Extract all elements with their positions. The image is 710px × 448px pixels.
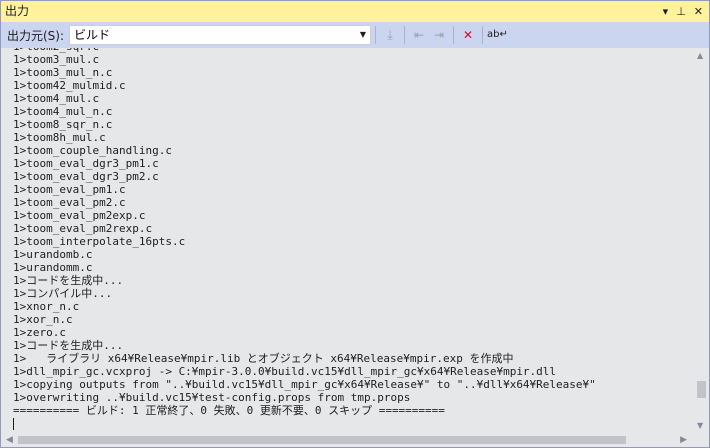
horizontal-scrollbar[interactable]: ◀ ▶ <box>1 433 709 447</box>
output-line: 1>toom4_mul.c <box>13 92 100 105</box>
output-line: 1>toom42_mulmid.c <box>13 79 126 92</box>
output-source-label: 出力元(S): <box>7 28 65 43</box>
find-message-in-code-icon[interactable]: ⤓ <box>380 25 400 45</box>
output-window: 出力 ▾ ⊥ ✕ 出力元(S): ビルド ▼ ⤓ ⇤ ⇥ ✕ ab↵ 1>too… <box>0 0 710 448</box>
clear-all-icon[interactable]: ✕ <box>458 25 478 45</box>
output-line: 1>toom8h_mul.c <box>13 131 106 144</box>
separator <box>453 26 454 44</box>
output-line: 1>zero.c <box>13 326 66 339</box>
output-line: 1>toom_eval_pm2.c <box>13 196 126 209</box>
output-line: 1>toom_eval_dgr3_pm2.c <box>13 170 159 183</box>
output-line: 1>overwriting ..¥build.vc15¥test-config.… <box>13 391 411 404</box>
text-caret <box>13 418 14 430</box>
output-line: 1>xnor_n.c <box>13 300 80 313</box>
vertical-scrollbar[interactable]: ▲ ▼ <box>693 48 709 433</box>
output-line: 1>toom8_sqr_n.c <box>13 118 113 131</box>
next-message-icon[interactable]: ⇥ <box>429 25 449 45</box>
title-bar: 出力 ▾ ⊥ ✕ <box>1 1 709 22</box>
output-line: 1>コンパイル中... <box>13 287 113 300</box>
scroll-up-icon[interactable]: ▲ <box>697 51 703 60</box>
output-line: 1>toom3_mul_n.c <box>13 66 113 79</box>
vertical-scroll-thumb[interactable] <box>697 381 706 398</box>
output-line: 1>urandomm.c <box>13 261 93 274</box>
output-line: 1>toom3_mul.c <box>13 53 100 66</box>
previous-message-icon[interactable]: ⇤ <box>409 25 429 45</box>
output-source-select[interactable]: ビルド ▼ <box>69 25 371 45</box>
output-source-value: ビルド <box>74 28 111 42</box>
close-icon[interactable]: ✕ <box>694 1 703 22</box>
toolbar: 出力元(S): ビルド ▼ ⤓ ⇤ ⇥ ✕ ab↵ <box>1 22 709 48</box>
separator <box>404 26 405 44</box>
output-line: 1>toom_couple_handling.c <box>13 144 172 157</box>
output-text-area[interactable]: 1>toom2_sqr.c1>toom3_mul.c1>toom3_mul_n.… <box>1 48 693 433</box>
separator <box>375 26 376 44</box>
scroll-left-icon[interactable]: ◀ <box>6 433 13 447</box>
scroll-right-icon[interactable]: ▶ <box>680 433 687 447</box>
output-line: 1>copying outputs from "..¥build.vc15¥dl… <box>13 378 596 391</box>
output-line: 1>toom_eval_pm2rexp.c <box>13 222 153 235</box>
output-line: 1>toom_eval_dgr3_pm1.c <box>13 157 159 170</box>
output-line: 1>toom_eval_pm1.c <box>13 183 126 196</box>
chevron-down-icon: ▼ <box>359 30 366 39</box>
window-title: 出力 <box>5 4 30 18</box>
pin-icon[interactable]: ⊥ <box>676 1 686 22</box>
separator <box>482 26 483 44</box>
output-line: ========== ビルド: 1 正常終了、0 失敗、0 更新不要、0 スキッ… <box>13 404 445 417</box>
output-line: 1>コードを生成中... <box>13 274 124 287</box>
output-line: 1>toom_eval_pm2exp.c <box>13 209 146 222</box>
scroll-down-icon[interactable]: ▼ <box>697 421 703 430</box>
word-wrap-icon[interactable]: ab↵ <box>487 25 508 45</box>
output-line: 1> ライブラリ x64¥Release¥mpir.lib とオブジェクト x6… <box>13 352 514 365</box>
output-line: 1>toom_interpolate_16pts.c <box>13 235 186 248</box>
output-line: 1>toom4_mul_n.c <box>13 105 113 118</box>
output-line: 1>コードを生成中... <box>13 339 124 352</box>
horizontal-scroll-thumb[interactable] <box>18 436 626 444</box>
window-dropdown-icon[interactable]: ▾ <box>663 1 669 22</box>
output-line: 1>dll_mpir_gc.vcxproj -> C:¥mpir-3.0.0¥b… <box>13 365 557 378</box>
output-line: 1>xor_n.c <box>13 313 73 326</box>
output-line: 1>urandomb.c <box>13 248 93 261</box>
